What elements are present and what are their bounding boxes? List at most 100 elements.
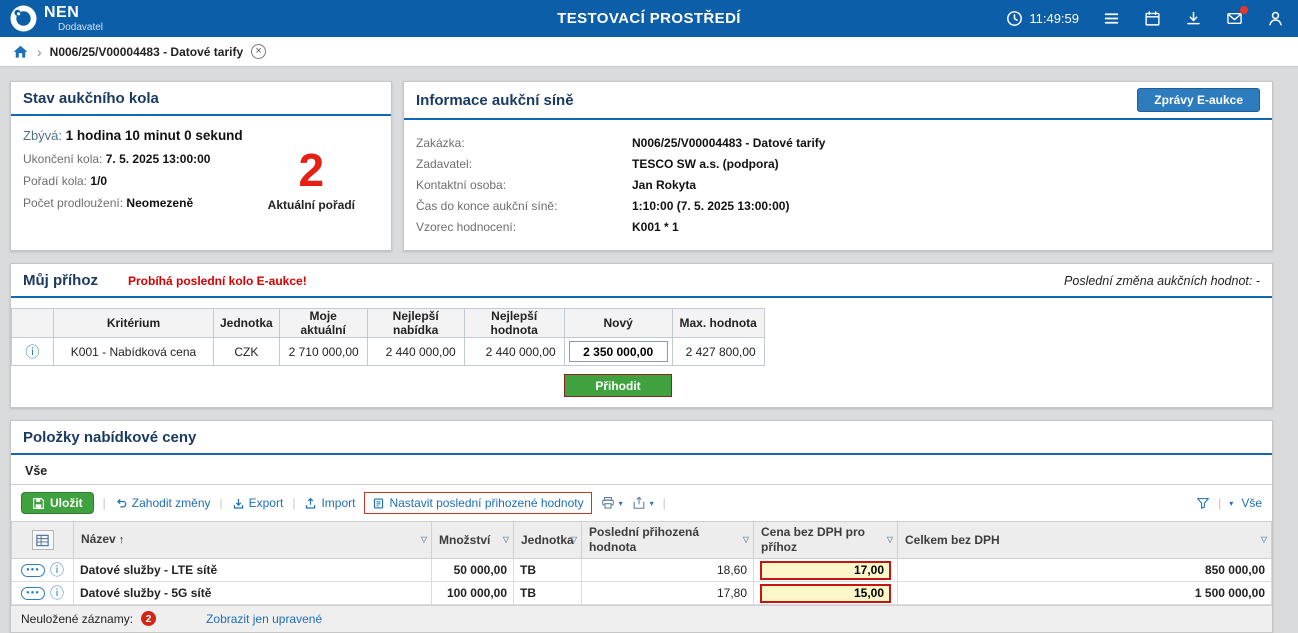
breadcrumb-separator: › — [37, 44, 42, 60]
current-rank-value: 2 — [268, 150, 355, 191]
home-icon[interactable] — [12, 43, 29, 60]
items-tabs: Vše — [11, 455, 1272, 485]
import-icon — [304, 497, 317, 510]
nen-logo-icon[interactable] — [10, 5, 37, 32]
filter-icon[interactable]: ▽ — [503, 535, 509, 545]
brand-name: NEN — [44, 5, 103, 21]
brand-subtitle: Dodavatel — [58, 23, 103, 33]
current-rank: 2 Aktuální pořadí — [268, 150, 355, 212]
time-remaining: Zbývá: 1 hodina 10 minut 0 sekund — [23, 128, 379, 143]
col-header-last-bid-value[interactable]: Poslední přihozená hodnota ▽ — [582, 522, 754, 559]
item-last-bid-value: 17,80 — [582, 582, 754, 605]
item-name: Datové služby - 5G sítě — [74, 582, 432, 605]
calendar-icon[interactable] — [1144, 10, 1161, 27]
tab-all[interactable]: Vše — [23, 462, 57, 484]
filter-icon[interactable]: ▽ — [1261, 535, 1267, 545]
items-toolbar: Uložit | Zahodit změny | Export | — [11, 485, 1272, 521]
discard-changes-button[interactable]: Zahodit změny — [115, 496, 211, 510]
item-total: 850 000,00 — [898, 559, 1272, 582]
import-button[interactable]: Import — [304, 496, 355, 510]
main-content: Stav aukčního kola Zbývá: 1 hodina 10 mi… — [0, 67, 1298, 633]
eauction-messages-button[interactable]: Zprávy E-aukce — [1137, 88, 1260, 112]
print-dropdown-icon[interactable]: ▾ — [619, 499, 623, 508]
items-table: Název↑ ▽ Množství ▽ Jednotka ▽ Poslední … — [11, 521, 1272, 605]
info-row-contact-person: Kontaktní osoba: Jan Rokyta — [416, 178, 1260, 192]
auction-info-title: Informace aukční síně — [416, 92, 574, 109]
filter-icon[interactable]: ▽ — [887, 535, 893, 545]
download-icon[interactable] — [1185, 10, 1202, 27]
items-footer: Neuložené záznamy: 2 Zobrazit jen uprave… — [11, 605, 1272, 632]
share-icon — [632, 496, 646, 510]
set-last-bid-values-button[interactable]: Nastavit poslední přihozené hodnoty — [364, 492, 591, 514]
clock-icon — [1006, 10, 1023, 27]
session-time: 11:49:59 — [1006, 10, 1079, 27]
close-tab-icon[interactable]: × — [251, 44, 266, 59]
filter-builder-icon[interactable] — [1196, 496, 1210, 510]
filter-icon[interactable]: ▽ — [743, 535, 749, 545]
bid-header-unit: Jednotka — [214, 309, 280, 338]
last-round-alert: Probíhá poslední kolo E-aukce! — [128, 274, 307, 288]
clipboard-icon — [372, 497, 385, 510]
user-icon[interactable] — [1267, 10, 1284, 27]
show-modified-only-link[interactable]: Zobrazit jen upravené — [206, 612, 322, 626]
item-total: 1 500 000,00 — [898, 582, 1272, 605]
col-header-total-excl-vat[interactable]: Celkem bez DPH ▽ — [898, 522, 1272, 559]
info-icon[interactable]: ⓘ — [50, 560, 64, 580]
info-icon[interactable]: ⓘ — [50, 583, 64, 603]
undo-icon — [115, 497, 128, 510]
item-price-input[interactable] — [760, 584, 891, 603]
table-row: ●●● ⓘ Datové služby - LTE sítě 50 000,00… — [12, 559, 1272, 582]
filter-all-select[interactable]: Vše — [1241, 496, 1262, 510]
unread-messages-badge — [1240, 6, 1248, 14]
new-bid-input[interactable] — [569, 341, 668, 362]
bid-header-my-current: Moje aktuální — [279, 309, 367, 338]
place-bid-button[interactable]: Přihodit — [564, 374, 672, 397]
menu-icon[interactable] — [1103, 10, 1120, 27]
environment-title: TESTOVACÍ PROSTŘEDÍ — [557, 10, 741, 27]
item-name: Datové služby - LTE sítě — [74, 559, 432, 582]
save-button[interactable]: Uložit — [21, 492, 94, 514]
export-button[interactable]: Export — [232, 496, 284, 510]
brand: NEN Dodavatel — [44, 5, 103, 33]
messages-icon[interactable] — [1226, 10, 1243, 27]
col-header-price-excl-vat[interactable]: Cena bez DPH pro příhoz ▽ — [754, 522, 898, 559]
col-header-unit[interactable]: Jednotka ▽ — [514, 522, 582, 559]
bid-table: Kritérium Jednotka Moje aktuální Nejlepš… — [11, 308, 765, 366]
info-icon[interactable]: ⓘ — [26, 344, 40, 360]
share-dropdown-icon[interactable]: ▾ — [650, 499, 654, 508]
session-time-value: 11:49:59 — [1029, 11, 1079, 26]
info-row-contracting-authority: Zadavatel: TESCO SW a.s. (podpora) — [416, 157, 1260, 171]
col-header-name[interactable]: Název↑ ▽ — [74, 522, 432, 559]
bid-my-current: 2 710 000,00 — [279, 338, 367, 366]
bid-table-row: ⓘ K001 - Nabídková cena CZK 2 710 000,00… — [12, 338, 765, 366]
my-bid-panel: Můj příhoz Probíhá poslední kolo E-aukce… — [10, 263, 1273, 408]
row-actions-icon[interactable]: ●●● — [21, 564, 45, 577]
info-row-room-end: Čas do konce aukční síně: 1:10:00 (7. 5.… — [416, 199, 1260, 213]
filter-icon[interactable]: ▽ — [421, 535, 427, 545]
filter-icon[interactable]: ▽ — [571, 535, 577, 545]
item-unit: TB — [514, 559, 582, 582]
items-title: Položky nabídkové ceny — [23, 429, 196, 446]
bid-best-value: 2 440 000,00 — [464, 338, 564, 366]
auction-state-panel: Stav aukčního kola Zbývá: 1 hodina 10 mi… — [10, 81, 392, 251]
item-last-bid-value: 18,60 — [582, 559, 754, 582]
topbar-actions: 11:49:59 — [1006, 10, 1284, 27]
row-actions-icon[interactable]: ●●● — [21, 587, 45, 600]
items-table-header: Název↑ ▽ Množství ▽ Jednotka ▽ Poslední … — [12, 522, 1272, 559]
bid-header-spacer — [12, 309, 54, 338]
column-chooser-icon[interactable] — [32, 530, 54, 550]
breadcrumb-item[interactable]: N006/25/V00004483 - Datové tarify — [50, 45, 243, 59]
item-quantity: 100 000,00 — [432, 582, 514, 605]
printer-icon — [601, 496, 615, 510]
auction-info-panel: Informace aukční síně Zprávy E-aukce Zak… — [403, 81, 1273, 251]
share-button[interactable]: ▾ — [632, 496, 654, 510]
info-row-contract: Zakázka: N006/25/V00004483 - Datové tari… — [416, 136, 1260, 150]
print-button[interactable]: ▾ — [601, 496, 623, 510]
bid-header-criterion: Kritérium — [54, 309, 214, 338]
bid-table-header: Kritérium Jednotka Moje aktuální Nejlepš… — [12, 309, 765, 338]
time-remaining-value: 1 hodina 10 minut 0 sekund — [66, 128, 243, 143]
unsaved-records-badge: 2 — [141, 611, 156, 626]
col-header-quantity[interactable]: Množství ▽ — [432, 522, 514, 559]
filter-dropdown-icon[interactable]: ▾ — [1229, 499, 1233, 508]
item-price-input[interactable] — [760, 561, 891, 580]
